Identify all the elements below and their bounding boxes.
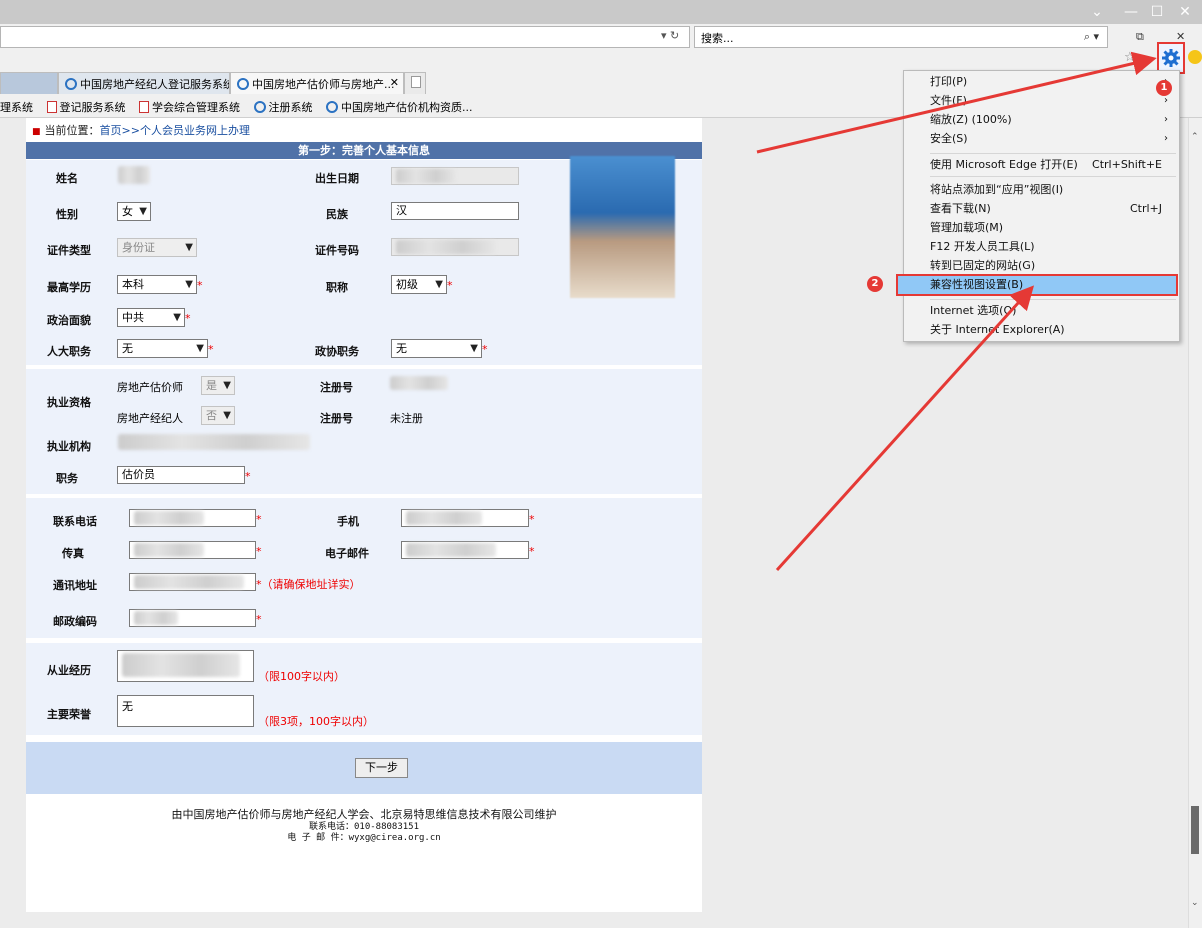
arrow-to-compat xyxy=(775,285,1035,572)
annotation-arrows xyxy=(756,51,1157,572)
arrow-to-gear xyxy=(756,51,1157,154)
step-badge-2: 2 xyxy=(867,276,883,292)
step-badge-1: 1 xyxy=(1156,80,1172,96)
